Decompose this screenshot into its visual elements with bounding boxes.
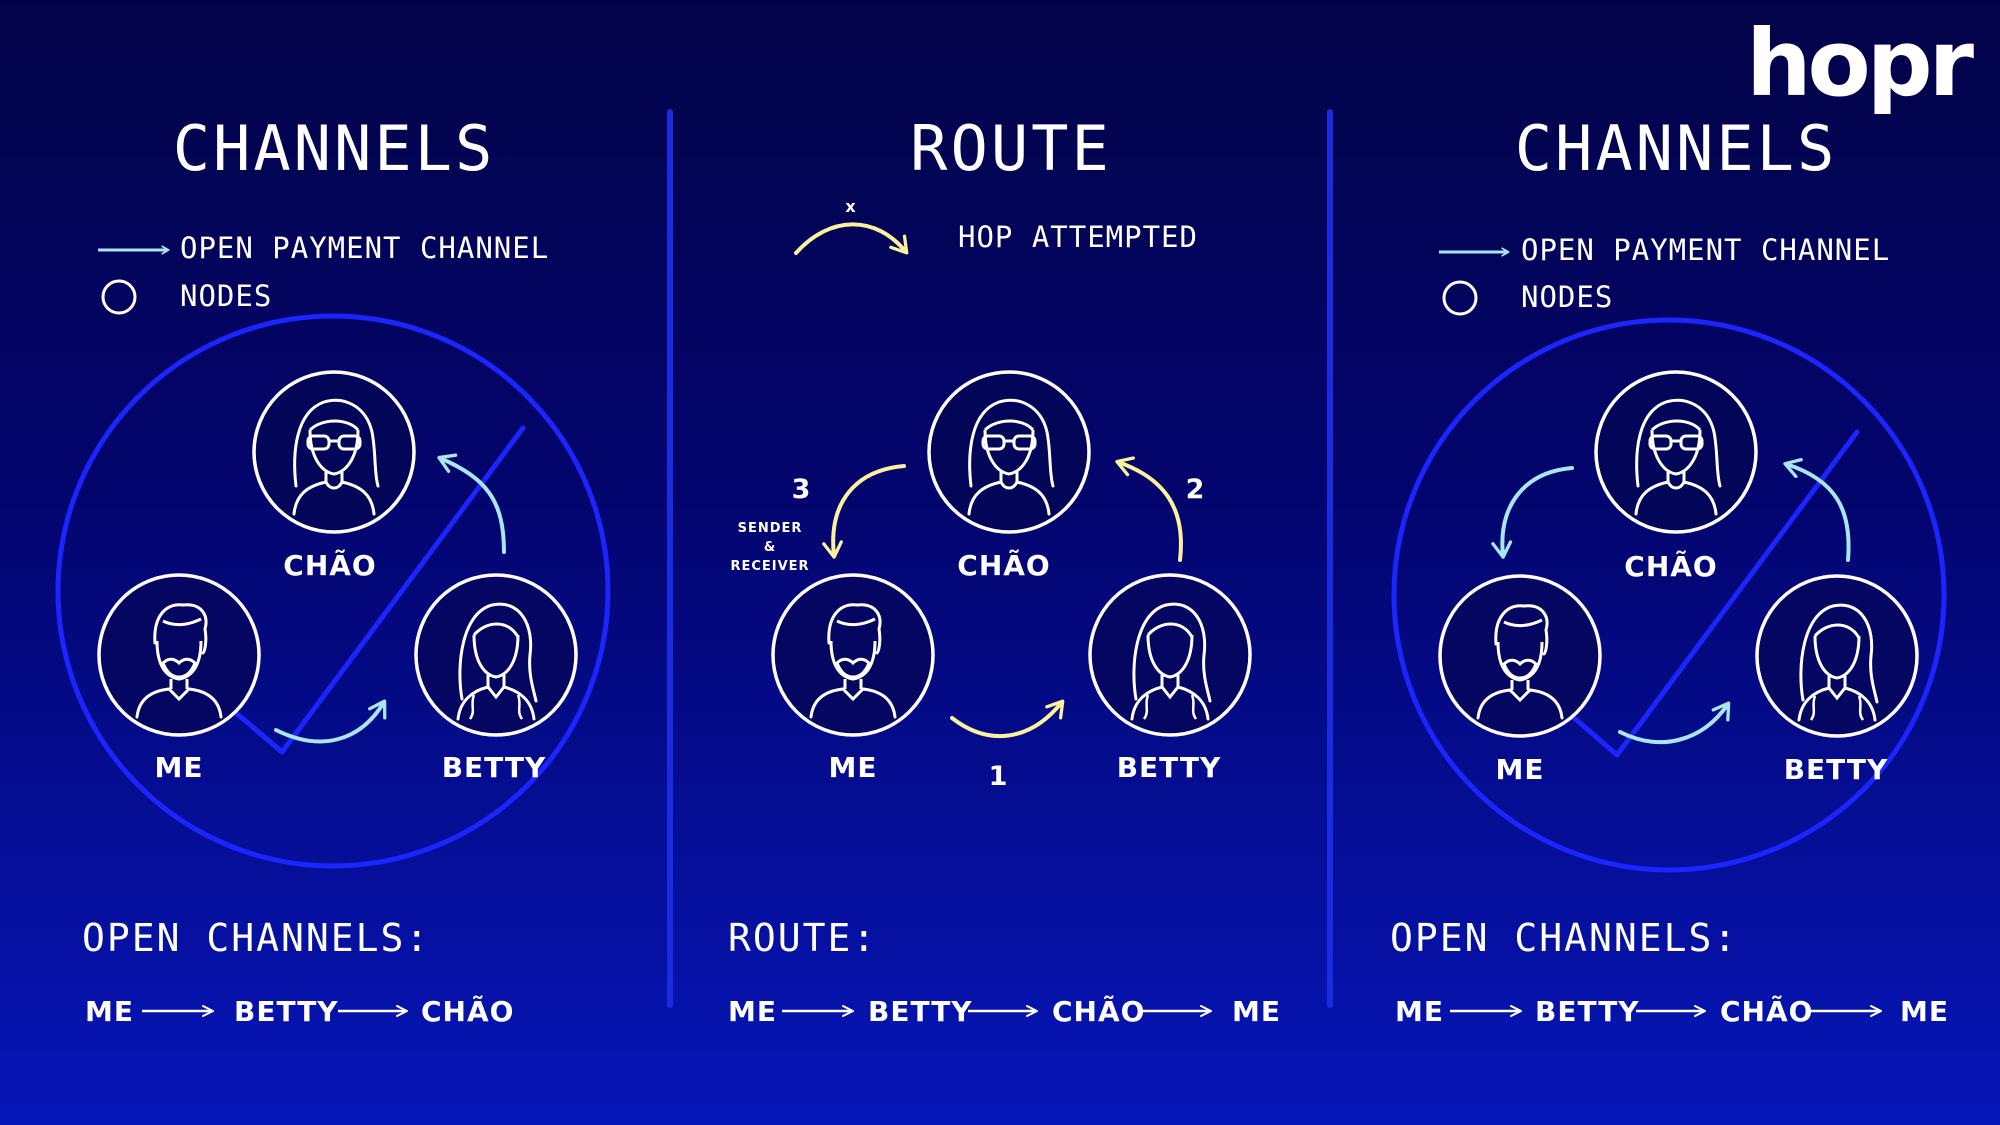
node-circle-icon [1442,280,1478,316]
legend-label: NODES [1521,280,1613,314]
note-line: SENDER [738,521,803,536]
node-betty: BETTY [1088,573,1252,784]
channel-arrow-me-betty [1618,701,1731,745]
hop-arrow-1 [950,699,1065,739]
sequence-item: ME [1395,995,1444,1028]
sequence-item: ME [1232,995,1281,1028]
panel-channels-right: CHANNELS OPEN PAYMENT CHANNEL NODES CHÃO… [1390,112,1949,1028]
panel-title: CHANNELS [173,112,496,185]
channel-arrow-chao-me [1491,466,1574,559]
legend-nodes: NODES [101,279,272,315]
footer-sequence: ME BETTY CHÃO ME [1395,994,1949,1028]
sequence-item: ME [1900,995,1949,1028]
legend-label: HOP ATTEMPTED [958,220,1198,254]
node-circle [1755,574,1919,738]
channel-arrow-me-betty [274,699,387,744]
node-circle [1438,574,1602,738]
panel-title: CHANNELS [1515,112,1838,185]
legend-open-channel: OPEN PAYMENT CHANNEL [1439,233,1890,267]
node-circle [771,573,935,737]
hop-marker: x [845,197,856,216]
node-circle-icon [101,279,137,315]
footer-sequence: ME BETTY CHÃO ME [728,994,1281,1028]
hop-attempted-arrow-icon [794,222,909,255]
node-me: ME [771,573,935,784]
hop-number-3: 3 [792,474,811,505]
diagram-canvas: hopr CHANNELS OPEN PAYMENT CHANNEL NODES… [55,10,1979,1028]
legend-label: OPEN PAYMENT CHANNEL [1521,233,1890,267]
hop-number-1: 1 [989,761,1008,792]
node-chao: CHÃO [252,370,416,582]
sequence-item: BETTY [868,995,973,1028]
sender-receiver-note: SENDER & RECEIVER [730,521,809,574]
node-chao: CHÃO [1594,370,1758,583]
panel-title: ROUTE [910,112,1112,185]
node-me: ME [1438,574,1602,786]
hopr-logo: hopr [1746,10,1975,117]
hop-arrow-2 [1115,456,1183,562]
legend-hop-attempted: x HOP ATTEMPTED [794,197,1198,255]
legend-open-channel: OPEN PAYMENT CHANNEL [98,231,549,265]
node-circle [97,573,261,737]
footer-sequence: ME BETTY CHÃO [85,994,514,1028]
sequence-item: ME [85,995,134,1028]
node-label: CHÃO [957,548,1050,582]
node-chao: CHÃO [927,370,1091,582]
panel-channels-left: CHANNELS OPEN PAYMENT CHANNEL NODES CHÃO… [55,112,611,1028]
node-label: CHÃO [283,548,376,582]
sequence-item: CHÃO [1052,994,1145,1028]
legend-label: OPEN PAYMENT CHANNEL [180,231,549,265]
note-line: & [764,540,776,555]
node-circle [1088,573,1252,737]
sequence-item: BETTY [234,995,339,1028]
node-circle [252,370,416,534]
hop-number-2: 2 [1186,474,1205,505]
node-label: BETTY [1117,751,1222,784]
node-label: BETTY [442,751,547,784]
hop-arrow-3 [822,464,906,559]
channel-arrow-betty-chao [437,453,506,554]
node-betty: BETTY [414,573,578,784]
sequence-item: CHÃO [421,994,514,1028]
node-label: ME [829,751,878,784]
legend-nodes: NODES [1442,280,1613,316]
sequence-item: BETTY [1535,995,1640,1028]
panel-route: ROUTE x HOP ATTEMPTED CHÃO ME BETTY 1 2 [728,112,1281,1028]
node-circle [1594,370,1758,534]
sequence-item: ME [728,995,777,1028]
node-me: ME [97,573,261,784]
node-label: BETTY [1784,753,1889,786]
footer-heading: ROUTE: [728,916,877,960]
note-line: RECEIVER [730,559,809,574]
node-label: CHÃO [1624,549,1717,583]
node-label: ME [155,751,204,784]
node-circle [414,573,578,737]
footer-heading: OPEN CHANNELS: [82,916,430,960]
sequence-item: CHÃO [1720,994,1813,1028]
footer-heading: OPEN CHANNELS: [1390,916,1738,960]
node-circle [927,370,1091,534]
node-label: ME [1496,753,1545,786]
legend-label: NODES [180,279,272,313]
